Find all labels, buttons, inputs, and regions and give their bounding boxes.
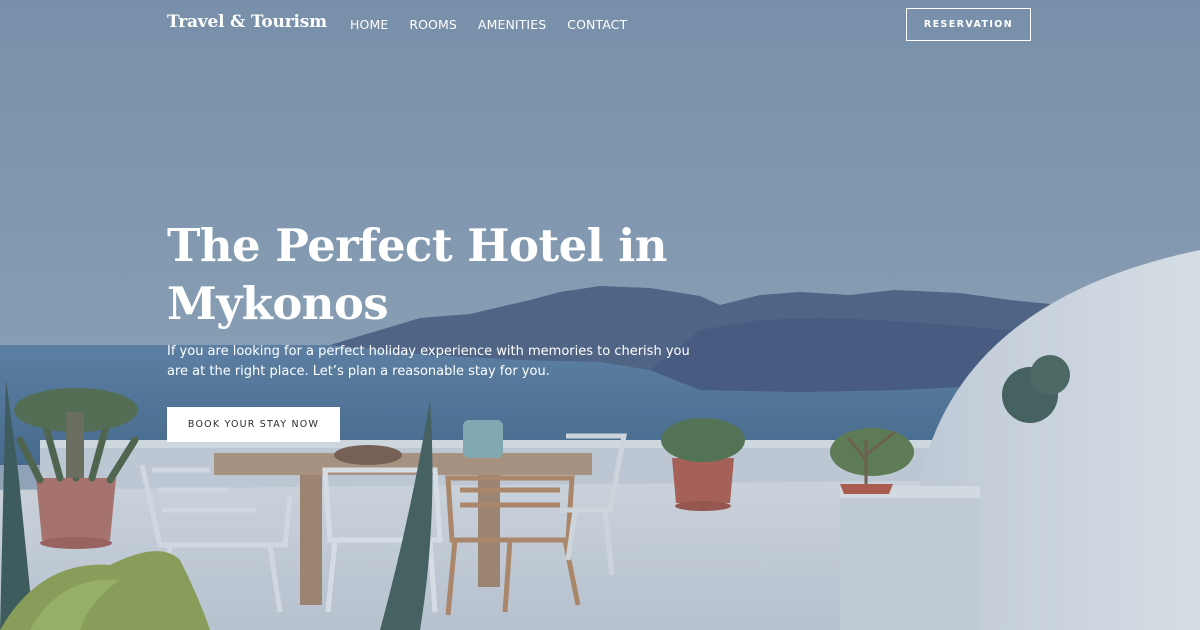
nav-contact-link[interactable]: CONTACT bbox=[567, 17, 627, 32]
nav-rooms-link[interactable]: ROOMS bbox=[409, 17, 457, 32]
main-menu: HOME ROOMS AMENITIES CONTACT bbox=[350, 17, 648, 32]
reservation-button[interactable]: RESERVATION bbox=[906, 8, 1031, 41]
hero-description: If you are looking for a perfect holiday… bbox=[167, 344, 690, 379]
nav-home-link[interactable]: HOME bbox=[350, 17, 388, 32]
top-navigation: Travel & Tourism HOME ROOMS AMENITIES CO… bbox=[0, 0, 1200, 52]
book-stay-button[interactable]: BOOK YOUR STAY NOW bbox=[167, 407, 340, 442]
nav-amenities-link[interactable]: AMENITIES bbox=[478, 17, 546, 32]
hero-headline: The Perfect Hotel in Mykonos bbox=[167, 219, 667, 330]
hero-section: Travel & Tourism HOME ROOMS AMENITIES CO… bbox=[0, 0, 1200, 630]
site-brand-logo[interactable]: Travel & Tourism bbox=[167, 12, 327, 32]
